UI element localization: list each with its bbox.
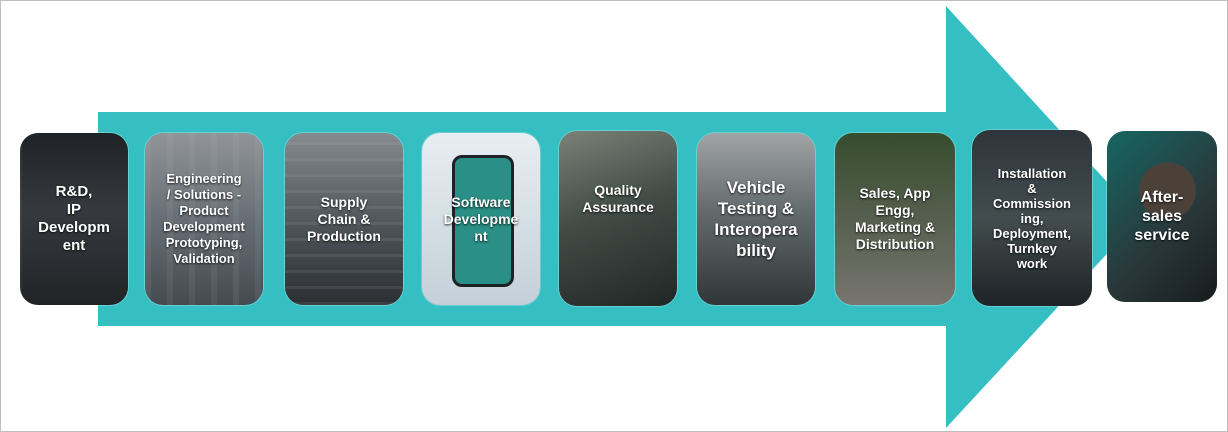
stage-card-installation-commissioning: Installation & Commission ing, Deploymen… [972,130,1092,306]
stage-card-vehicle-testing: Vehicle Testing & Interopera bility [697,133,815,305]
stage-card-sales-marketing: Sales, App Engg, Marketing & Distributio… [835,133,955,305]
stage-label: Supply Chain & Production [307,193,381,244]
stage-label: Engineering / Solutions - Product Develo… [163,171,245,266]
stage-card-supply-chain-production: Supply Chain & Production [285,133,403,305]
stage-label: Software Developme nt [443,193,519,244]
stage-label: After- sales service [1134,189,1190,244]
stage-card-rd-ip-development: R&D, IP Developm ent [20,133,128,305]
stage-label: Installation & Commission ing, Deploymen… [992,165,1071,271]
stage-label: R&D, IP Developm ent [38,183,110,254]
stage-label: Sales, App Engg, Marketing & Distributio… [854,185,936,252]
stage-card-after-sales-service: After- sales service [1107,131,1217,302]
stage-card-engineering-solutions: Engineering / Solutions - Product Develo… [145,133,263,305]
stage-card-quality-assurance: Quality Assurance [559,131,677,306]
stage-label: Quality Assurance [582,181,654,215]
stage-card-software-development: Software Developme nt [422,133,540,305]
stage-label: Vehicle Testing & Interopera bility [714,178,798,260]
